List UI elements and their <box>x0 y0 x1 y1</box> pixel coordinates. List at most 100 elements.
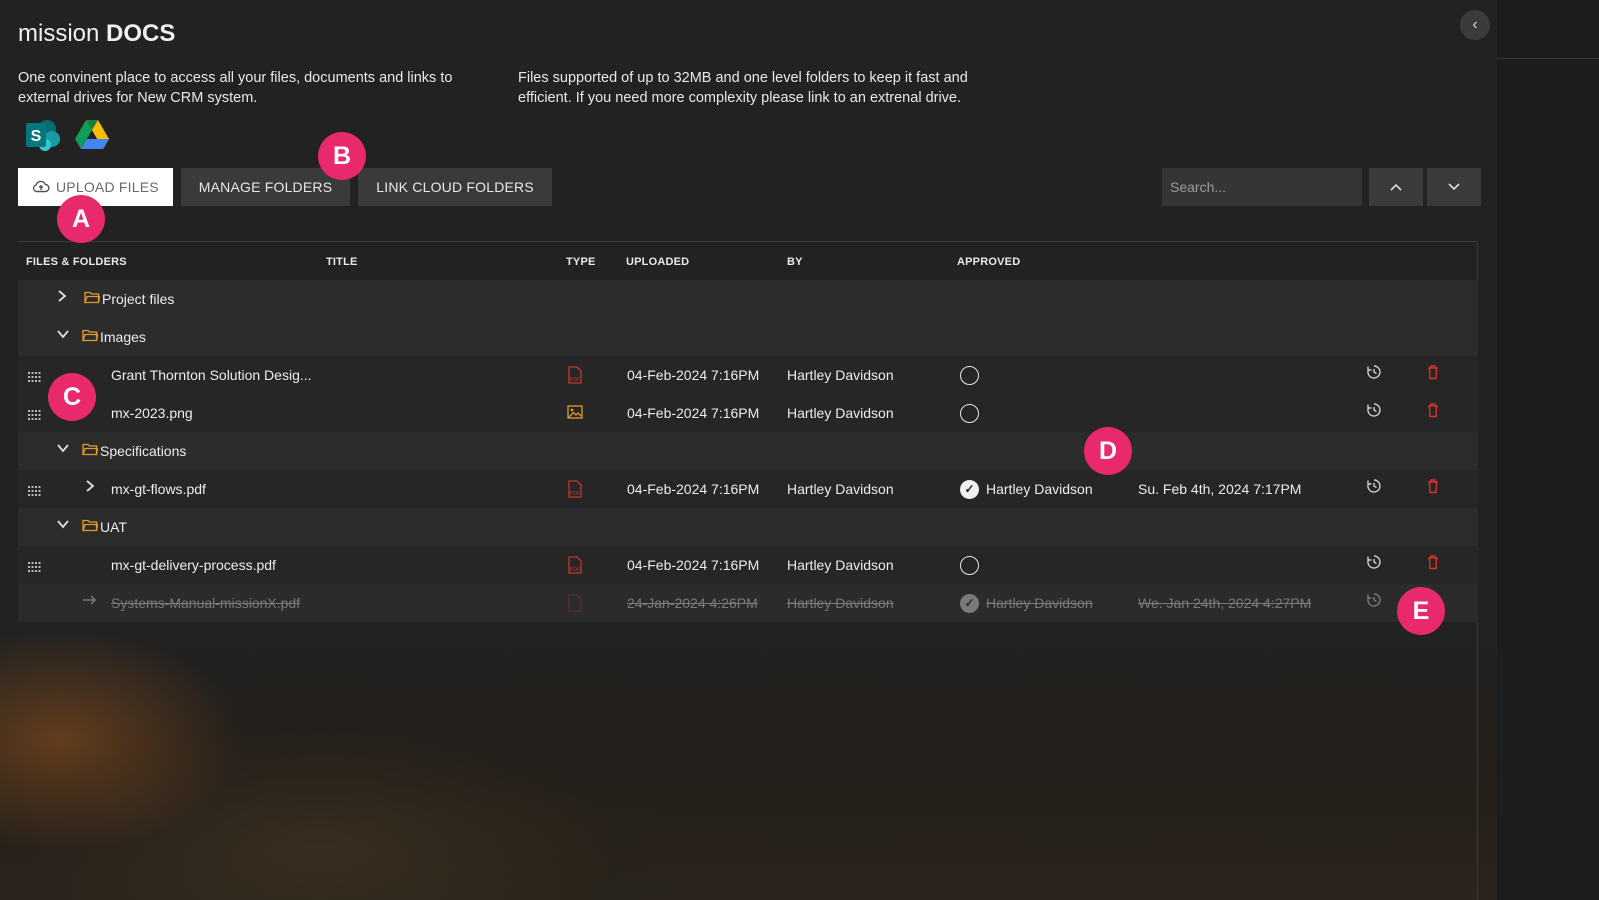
uploaded-by: Hartley Davidson <box>787 405 894 421</box>
chevron-down-icon[interactable] <box>56 327 70 344</box>
header-approved[interactable]: APPROVED <box>957 256 1020 268</box>
folder-row-images[interactable]: Images <box>18 318 1478 356</box>
folder-name: Project files <box>102 291 175 307</box>
header-type[interactable]: TYPE <box>566 256 596 268</box>
uploaded-date: 04-Feb-2024 7:16PM <box>627 557 760 573</box>
approver-name: Hartley Davidson <box>986 595 1093 611</box>
uploaded-date: 04-Feb-2024 7:16PM <box>627 405 760 421</box>
file-row-mx-2023[interactable]: mx-2023.png 04-Feb-2024 7:16PM Hartley D… <box>18 394 1478 432</box>
uploaded-by: Hartley Davidson <box>787 367 894 383</box>
svg-text:S: S <box>31 128 42 145</box>
file-name[interactable]: mx-gt-delivery-process.pdf <box>111 557 276 573</box>
drag-handle-icon[interactable] <box>28 369 41 382</box>
approve-toggle[interactable] <box>960 404 979 423</box>
svg-text:PDF: PDF <box>570 567 580 573</box>
annotation-marker-a: A <box>57 195 105 243</box>
file-row-mx-gt-flows[interactable]: mx-gt-flows.pdf PDF 04-Feb-2024 7:16PM H… <box>18 470 1478 508</box>
uploaded-date: 24-Jan-2024 4:26PM <box>627 595 758 611</box>
pdf-file-icon: PDF <box>567 366 583 387</box>
chevron-down-icon[interactable] <box>56 441 70 458</box>
collapse-panel-button[interactable]: ‹ <box>1460 10 1490 40</box>
trash-icon[interactable] <box>1426 364 1440 383</box>
folder-open-icon <box>82 442 99 456</box>
pdf-file-icon: PDF <box>567 480 583 501</box>
drag-handle-icon[interactable] <box>28 483 41 496</box>
google-drive-logo-icon[interactable] <box>74 119 110 156</box>
trash-icon[interactable] <box>1426 402 1440 421</box>
chevron-right-icon[interactable] <box>57 289 67 306</box>
search-input[interactable] <box>1162 168 1362 206</box>
annotation-marker-d: D <box>1084 427 1132 475</box>
version-expand-chevron-icon[interactable] <box>85 479 95 496</box>
table-header: FILES & FOLDERS TITLE TYPE UPLOADED BY A… <box>18 241 1478 280</box>
file-name[interactable]: mx-2023.png <box>111 405 193 421</box>
link-cloud-folders-button[interactable]: LINK CLOUD FOLDERS <box>358 168 552 206</box>
limits-description: Files supported of up to 32MB and one le… <box>518 70 968 106</box>
header-uploaded[interactable]: UPLOADED <box>626 256 689 268</box>
history-icon[interactable] <box>1366 554 1382 573</box>
history-icon[interactable] <box>1366 592 1382 611</box>
uploaded-by: Hartley Davidson <box>787 557 894 573</box>
trash-icon[interactable] <box>1426 554 1440 573</box>
svg-text:PDF: PDF <box>570 491 580 497</box>
restore-arrow-icon[interactable] <box>82 593 98 610</box>
approved-check-icon[interactable]: ✓ <box>960 480 979 499</box>
pdf-file-icon <box>567 594 583 615</box>
file-toolbar: UPLOAD FILES MANAGE FOLDERS LINK CLOUD F… <box>18 168 552 206</box>
drag-handle-icon[interactable] <box>28 407 41 420</box>
history-icon[interactable] <box>1366 364 1382 383</box>
app-title: mission DOCS <box>18 20 175 48</box>
deleted-file-row-systems-manual[interactable]: Systems-Manual-missionX.pdf 24-Jan-2024 … <box>18 584 1478 622</box>
folder-row-specifications[interactable]: Specifications <box>18 432 1478 470</box>
app-title-light: mission <box>18 20 100 47</box>
sort-descending-button[interactable] <box>1427 168 1481 206</box>
file-row-mx-gt-delivery-process[interactable]: mx-gt-delivery-process.pdf PDF 04-Feb-20… <box>18 546 1478 584</box>
header-title[interactable]: TITLE <box>326 256 358 268</box>
folder-row-project-files[interactable]: Project files <box>18 280 1478 318</box>
header-by[interactable]: BY <box>787 256 803 268</box>
folder-open-icon <box>82 518 99 532</box>
file-name[interactable]: mx-gt-flows.pdf <box>111 481 206 497</box>
uploaded-date: 04-Feb-2024 7:16PM <box>627 367 760 383</box>
image-file-icon <box>567 404 583 423</box>
approved-date: We. Jan 24th, 2024 4:27PM <box>1138 595 1312 611</box>
uploaded-by: Hartley Davidson <box>787 595 894 611</box>
trash-icon[interactable] <box>1426 478 1440 497</box>
chevron-down-icon[interactable] <box>56 517 70 534</box>
chevron-left-icon: ‹ <box>1472 16 1478 33</box>
link-cloud-folders-label: LINK CLOUD FOLDERS <box>376 179 534 195</box>
intro-description: One convinent place to access all your f… <box>18 70 453 106</box>
right-side-panel <box>1497 0 1599 900</box>
upload-files-label: UPLOAD FILES <box>56 179 159 195</box>
file-name[interactable]: Grant Thornton Solution Desig... <box>111 367 312 383</box>
annotation-marker-c: C <box>48 373 96 421</box>
manage-folders-label: MANAGE FOLDERS <box>198 179 333 195</box>
pdf-file-icon: PDF <box>567 556 583 577</box>
file-row-grant-thornton[interactable]: Grant Thornton Solution Desig... PDF 04-… <box>18 356 1478 394</box>
folder-row-uat[interactable]: UAT <box>18 508 1478 546</box>
folder-open-icon <box>82 328 99 342</box>
annotation-marker-b: B <box>318 132 366 180</box>
header-files-folders[interactable]: FILES & FOLDERS <box>26 256 127 268</box>
drag-handle-icon[interactable] <box>28 559 41 572</box>
app-title-bold: DOCS <box>106 20 176 47</box>
files-table: FILES & FOLDERS TITLE TYPE UPLOADED BY A… <box>18 241 1478 622</box>
annotation-marker-e: E <box>1397 587 1445 635</box>
uploaded-date: 04-Feb-2024 7:16PM <box>627 481 760 497</box>
approve-toggle[interactable] <box>960 366 979 385</box>
file-name: Systems-Manual-missionX.pdf <box>111 595 301 611</box>
folder-icon <box>84 290 101 304</box>
approve-toggle[interactable] <box>960 556 979 575</box>
sort-ascending-button[interactable] <box>1369 168 1423 206</box>
history-icon[interactable] <box>1366 402 1382 421</box>
uploaded-by: Hartley Davidson <box>787 481 894 497</box>
approved-check-icon: ✓ <box>960 594 979 613</box>
cloud-drive-logos: S <box>24 119 110 156</box>
folder-name: Specifications <box>100 443 187 459</box>
folder-name: Images <box>100 329 146 345</box>
chevron-up-icon <box>1390 183 1402 191</box>
cloud-upload-icon <box>32 179 50 196</box>
sharepoint-logo-icon[interactable]: S <box>24 119 62 156</box>
svg-text:PDF: PDF <box>570 377 580 383</box>
history-icon[interactable] <box>1366 478 1382 497</box>
